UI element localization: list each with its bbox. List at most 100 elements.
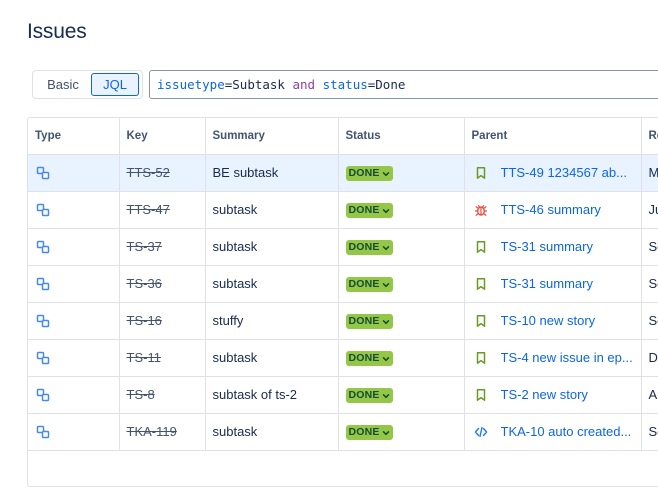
status-label: DONE <box>348 204 380 217</box>
reporter-cell: Se <box>641 302 658 340</box>
summary-cell: subtask of ts-2 <box>205 376 339 414</box>
summary-cell: subtask <box>205 191 339 229</box>
status-done-dropdown[interactable]: DONE <box>345 276 393 292</box>
subtask-icon <box>36 203 50 217</box>
subtask-icon <box>36 425 50 439</box>
status-cell: DONE <box>338 265 465 303</box>
reporter-cell: Se <box>641 228 658 266</box>
key-cell: TTS-52 <box>119 154 206 192</box>
table-row[interactable]: TS-37 subtask DONE TS-31 summary Se <box>28 228 658 266</box>
status-label: DONE <box>348 389 380 402</box>
issue-key-link[interactable]: TS-8 <box>127 387 155 402</box>
issue-key-link[interactable]: TS-36 <box>127 276 162 291</box>
jql-mode-button[interactable]: JQL <box>91 73 139 96</box>
status-cell: DONE <box>338 154 465 192</box>
subtask-icon <box>36 277 50 291</box>
column-header-status[interactable]: Status <box>338 118 465 155</box>
status-label: DONE <box>348 315 380 328</box>
chevron-down-icon <box>382 428 390 436</box>
parent-cell: TKA-10 auto created... <box>464 413 642 451</box>
status-label: DONE <box>348 278 380 291</box>
key-cell: TS-8 <box>119 376 206 414</box>
parent-issue-link[interactable]: TS-31 summary <box>501 276 593 291</box>
status-label: DONE <box>348 167 380 180</box>
chevron-down-icon <box>382 169 390 177</box>
key-cell: TS-11 <box>119 339 206 377</box>
chevron-down-icon <box>382 354 390 362</box>
search-mode-toggle: Basic JQL <box>32 70 143 99</box>
summary-cell: stuffy <box>205 302 339 340</box>
column-header-summary[interactable]: Summary <box>205 118 339 155</box>
parent-issue-link[interactable]: TKA-10 auto created... <box>501 424 632 439</box>
jql-token-op: = <box>224 77 233 92</box>
table-row[interactable]: TTS-47 subtask DONE TTS-46 summary Ju <box>28 191 658 229</box>
status-done-dropdown[interactable]: DONE <box>345 202 393 218</box>
parent-cell: TTS-49 1234567 ab... <box>464 154 642 192</box>
parent-issue-link[interactable]: TTS-46 summary <box>501 202 601 217</box>
page-title: Issues <box>27 20 87 43</box>
issue-key-link[interactable]: TTS-52 <box>127 165 170 180</box>
parent-issue-link[interactable]: TS-31 summary <box>501 239 593 254</box>
status-cell: DONE <box>338 191 465 229</box>
status-done-dropdown[interactable]: DONE <box>345 350 393 366</box>
reporter-cell: Se <box>641 265 658 303</box>
story-bookmark-icon <box>474 351 488 365</box>
table-row[interactable]: TS-11 subtask DONE TS-4 new issue in ep... D… <box>28 339 658 377</box>
issue-key-link[interactable]: TKA-119 <box>127 424 177 439</box>
chevron-down-icon <box>382 206 390 214</box>
status-label: DONE <box>348 241 380 254</box>
table-row[interactable]: TTS-52 BE subtask DONE TTS-49 1234567 ab...… <box>28 154 658 192</box>
basic-mode-button[interactable]: Basic <box>35 73 91 96</box>
key-cell: TS-36 <box>119 265 206 303</box>
issues-table: Type Key Summary Status Parent Re TTS-52… <box>28 118 658 486</box>
status-done-dropdown[interactable]: DONE <box>345 313 393 329</box>
chevron-down-icon <box>382 280 390 288</box>
type-cell <box>28 154 120 192</box>
reporter-cell: Ju <box>641 191 658 229</box>
column-header-key[interactable]: Key <box>119 118 206 155</box>
status-label: DONE <box>348 352 380 365</box>
issue-key-link[interactable]: TS-37 <box>127 239 162 254</box>
story-bookmark-icon <box>474 277 488 291</box>
status-cell: DONE <box>338 376 465 414</box>
status-done-dropdown[interactable]: DONE <box>345 424 393 440</box>
parent-cell: TTS-46 summary <box>464 191 642 229</box>
type-cell <box>28 228 120 266</box>
table-row[interactable]: TS-8 subtask of ts-2 DONE TS-2 new story Au <box>28 376 658 414</box>
type-cell <box>28 413 120 451</box>
issue-key-link[interactable]: TTS-47 <box>127 202 170 217</box>
status-done-dropdown[interactable]: DONE <box>345 239 393 255</box>
parent-issue-link[interactable]: TS-4 new issue in ep... <box>501 350 633 365</box>
issue-key-link[interactable]: TS-11 <box>127 350 161 365</box>
type-cell <box>28 265 120 303</box>
table-row[interactable]: TS-16 stuffy DONE TS-10 new story Se <box>28 302 658 340</box>
parent-issue-link[interactable]: TS-10 new story <box>501 313 596 328</box>
type-cell <box>28 302 120 340</box>
subtask-icon <box>36 388 50 402</box>
status-done-dropdown[interactable]: DONE <box>345 165 393 181</box>
column-header-reporter[interactable]: Re <box>641 118 658 155</box>
issue-key-link[interactable]: TS-16 <box>127 313 162 328</box>
table-row[interactable]: TS-36 subtask DONE TS-31 summary Se <box>28 265 658 303</box>
key-cell: TS-16 <box>119 302 206 340</box>
summary-cell: BE subtask <box>205 154 339 192</box>
story-bookmark-icon <box>474 166 488 180</box>
code-icon <box>474 425 488 439</box>
summary-cell: subtask <box>205 413 339 451</box>
parent-cell: TS-31 summary <box>464 265 642 303</box>
key-cell: TS-37 <box>119 228 206 266</box>
parent-issue-link[interactable]: TS-2 new story <box>501 387 588 402</box>
jql-token-kw: and <box>284 77 323 92</box>
summary-cell: subtask <box>205 228 339 266</box>
status-cell: DONE <box>338 339 465 377</box>
subtask-icon <box>36 314 50 328</box>
subtask-icon <box>36 351 50 365</box>
parent-issue-link[interactable]: TTS-49 1234567 ab... <box>501 165 627 180</box>
column-header-parent[interactable]: Parent <box>464 118 642 155</box>
status-done-dropdown[interactable]: DONE <box>345 387 393 403</box>
column-header-type[interactable]: Type <box>28 118 120 155</box>
table-row[interactable]: TKA-119 subtask DONE TKA-10 auto created...… <box>28 413 658 451</box>
reporter-cell: Au <box>641 376 658 414</box>
jql-query-input[interactable]: issuetype = Subtask and status = Done <box>149 70 658 99</box>
story-bookmark-icon <box>474 240 488 254</box>
